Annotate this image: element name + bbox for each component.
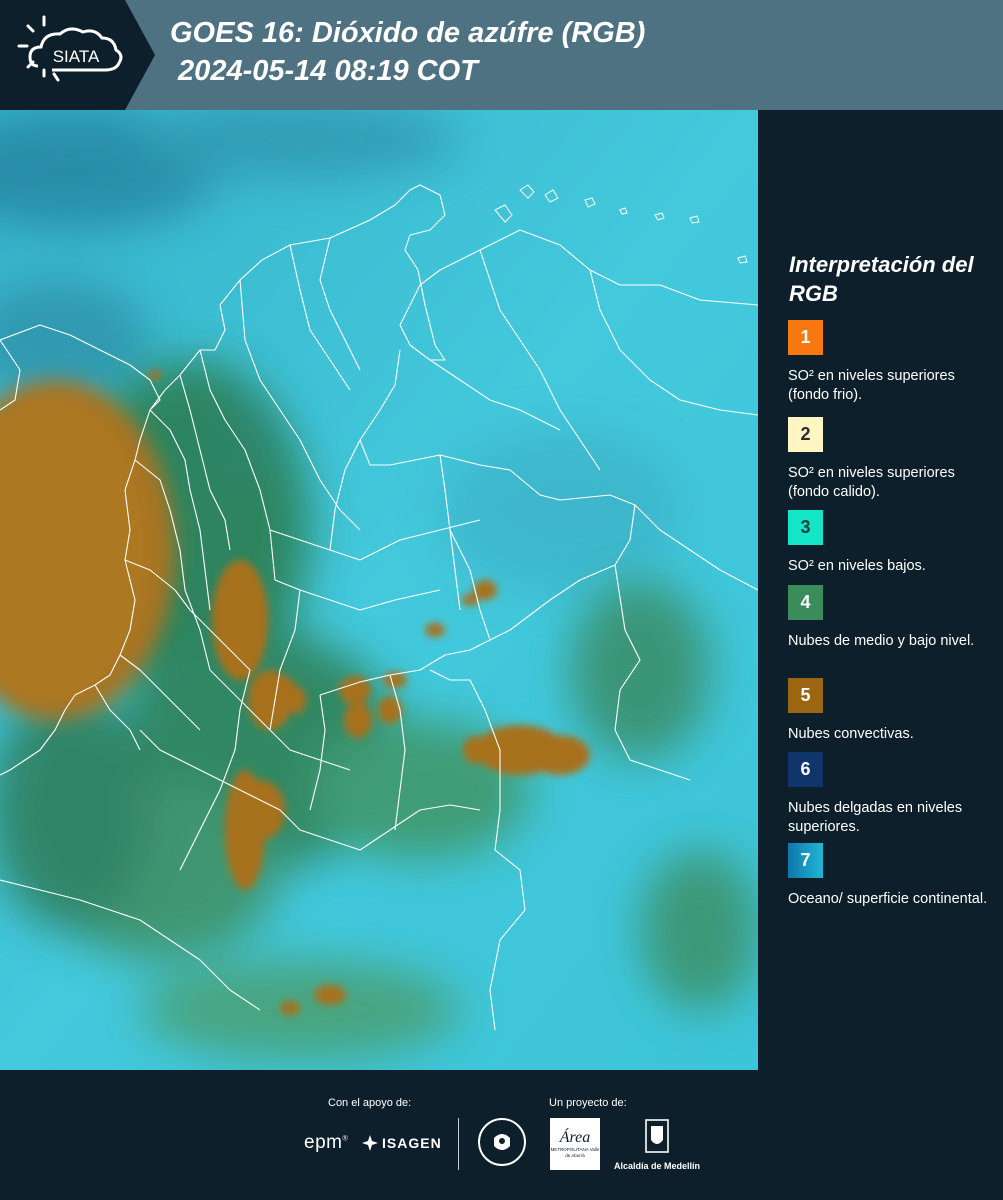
area-logo-text: METROPOLITANA Valle de Aburrá — [550, 1147, 600, 1158]
legend-swatch-5: 5 — [788, 678, 823, 713]
footer-divider — [458, 1118, 459, 1170]
legend-item-1: 1 SO² en niveles superiores (fondo frio)… — [788, 320, 998, 405]
legend-item-5: 5 Nubes convectivas. — [788, 678, 998, 744]
title-line-product: GOES 16: Dióxido de azúfre (RGB) — [170, 17, 646, 49]
footer: Con el apoyo de: Un proyecto de: epm® IS… — [0, 1070, 1003, 1200]
alcaldia-logo-text: Alcaldía de Medellín — [613, 1161, 701, 1171]
legend-text-4: Nubes de medio y bajo nivel. — [788, 633, 975, 649]
legend-item-2: 2 SO² en niveles superiores (fondo calid… — [788, 417, 998, 502]
isagen-mark-icon — [362, 1135, 378, 1151]
legend-title: Interpretación del RGB — [789, 252, 974, 306]
title-line-datetime: 2024-05-14 08:19 COT — [170, 55, 478, 87]
legend-text-7: Oceano/ superficie continental. — [788, 891, 988, 907]
legend-text-2: SO² en niveles superiores (fondo calido)… — [788, 465, 955, 500]
legend-swatch-1: 1 — [788, 320, 823, 355]
siata-logo: SIATA — [0, 0, 155, 110]
legend-swatch-4: 4 — [788, 585, 823, 620]
logo-text: SIATA — [53, 47, 100, 66]
isagen-logo: ISAGEN — [360, 1134, 442, 1152]
header-bar: SIATA GOES 16: Dióxido de azúfre (RGB) 2… — [0, 0, 1003, 110]
project-label: Un proyecto de: — [549, 1097, 627, 1109]
legend-panel: Interpretación del RGB 1 SO² en niveles … — [758, 110, 1003, 1070]
legend-swatch-2: 2 — [788, 417, 823, 452]
legend-text-5: Nubes convectivas. — [788, 726, 914, 742]
legend-item-7: 7 Oceano/ superficie continental. — [788, 843, 998, 909]
legend-text-3: SO² en niveles bajos. — [788, 558, 926, 574]
alcaldia-logo: Alcaldía de Medellín — [612, 1118, 702, 1174]
legend-text-6: Nubes delgadas en niveles superiores. — [788, 800, 963, 835]
area-metropolitana-logo: Área METROPOLITANA Valle de Aburrá — [550, 1118, 600, 1170]
legend-item-6: 6 Nubes delgadas en niveles superiores. — [788, 752, 998, 837]
satellite-map — [0, 110, 758, 1070]
legend-item-4: 4 Nubes de medio y bajo nivel. — [788, 585, 998, 651]
legend-text-1: SO² en niveles superiores (fondo frio). — [788, 368, 955, 403]
legend-item-3: 3 SO² en niveles bajos. — [788, 510, 998, 576]
area-logo-mark: Área — [559, 1129, 591, 1146]
legend-swatch-6: 6 — [788, 752, 823, 787]
legend-swatch-3: 3 — [788, 510, 823, 545]
epm-logo: epm® — [304, 1132, 349, 1153]
alcaldia-shield-icon — [645, 1119, 669, 1153]
isagen-logo-text: ISAGEN — [382, 1135, 442, 1151]
page-title: GOES 16: Dióxido de azúfre (RGB) 2024-05… — [170, 14, 645, 90]
legend-swatch-7: 7 — [788, 843, 823, 878]
epm-logo-text: epm — [304, 1132, 343, 1153]
support-label: Con el apoyo de: — [328, 1097, 412, 1109]
medellin-seal-logo — [478, 1118, 526, 1166]
